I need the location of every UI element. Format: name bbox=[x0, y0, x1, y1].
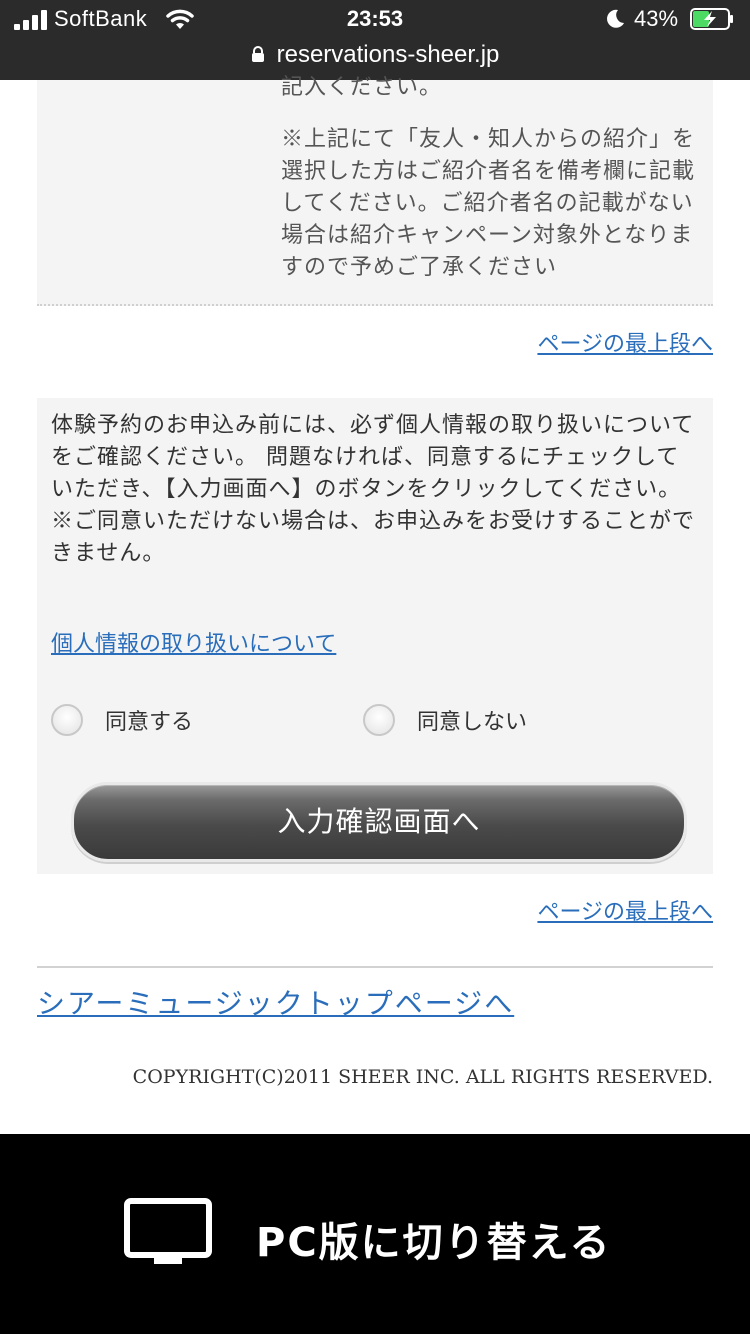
note-partial-line: 記入ください。 bbox=[281, 75, 443, 100]
privacy-policy-link[interactable]: 個人情報の取り扱いについて bbox=[51, 626, 336, 658]
lock-icon bbox=[251, 45, 264, 62]
referral-note-box: 記入ください。 ※上記にて「友人・知人からの紹介」を選択した方はご紹介者名を備考… bbox=[37, 75, 713, 306]
browser-top-bar: SoftBank 23:53 43% reservations-sheer.jp bbox=[0, 0, 750, 80]
url-text: reservations-sheer.jp bbox=[276, 41, 500, 68]
consent-instructions: 体験予約のお申込み前には、必ず個人情報の取り扱いについてをご確認ください。 問題… bbox=[51, 413, 695, 502]
battery-charging-icon bbox=[690, 8, 733, 30]
status-bar: SoftBank 23:53 43% bbox=[0, 0, 750, 40]
agree-label: 同意する bbox=[105, 710, 194, 735]
footer-divider bbox=[37, 966, 713, 968]
disagree-label: 同意しない bbox=[417, 710, 528, 735]
agree-radio[interactable] bbox=[51, 704, 83, 736]
page-top-link[interactable]: ページの最上段へ bbox=[537, 326, 713, 358]
page-top-link-2[interactable]: ページの最上段へ bbox=[537, 894, 713, 926]
moon-icon bbox=[607, 9, 624, 28]
referral-note: 記入ください。 ※上記にて「友人・知人からの紹介」を選択した方はご紹介者名を備考… bbox=[281, 72, 701, 304]
address-bar[interactable]: reservations-sheer.jp bbox=[0, 40, 750, 76]
battery-percent: 43% bbox=[634, 6, 679, 31]
pc-version-bar[interactable]: PC版に切り替える bbox=[0, 1134, 750, 1334]
monitor-icon bbox=[124, 1198, 212, 1264]
copyright: COPYRIGHT(C)2011 SHEER INC. ALL RIGHTS R… bbox=[132, 1066, 713, 1088]
consent-section: 体験予約のお申込み前には、必ず個人情報の取り扱いについてをご確認ください。 問題… bbox=[37, 398, 713, 874]
consent-warning: ※ご同意いただけない場合は、お申込みをお受けすることができません。 bbox=[51, 509, 696, 566]
disagree-radio[interactable] bbox=[363, 704, 395, 736]
confirm-input-button[interactable]: 入力確認画面へ bbox=[71, 782, 687, 862]
pc-version-label: PC版に切り替える bbox=[256, 1220, 612, 1266]
consent-text: 体験予約のお申込み前には、必ず個人情報の取り扱いについてをご確認ください。 問題… bbox=[51, 410, 701, 570]
disagree-option[interactable]: 同意しない bbox=[363, 704, 527, 736]
sheer-top-link[interactable]: シアーミュージックトップページへ bbox=[37, 982, 514, 1022]
note-paragraph: ※上記にて「友人・知人からの紹介」を選択した方はご紹介者名を備考欄に記載してくだ… bbox=[281, 127, 696, 280]
agree-option[interactable]: 同意する bbox=[51, 704, 193, 736]
